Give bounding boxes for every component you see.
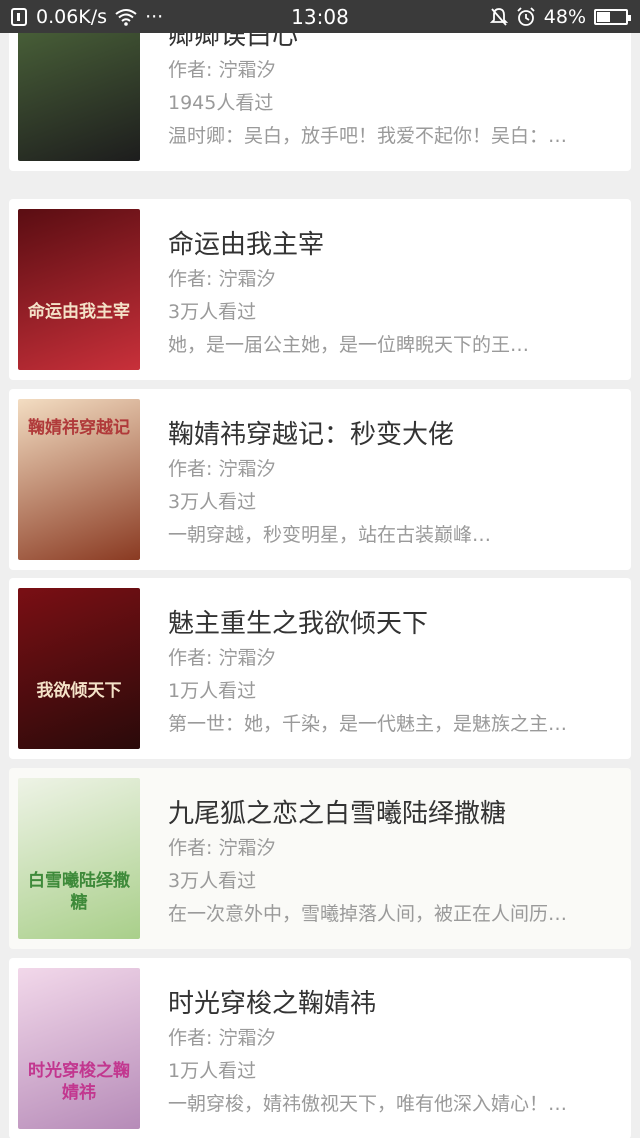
book-author: 作者: 泞霜汐 (168, 837, 276, 859)
mute-icon (489, 7, 508, 26)
book-description: 第一世：她，千染，是一代魅主，是魅族之主… (168, 713, 568, 735)
book-card[interactable]: 时光穿梭之鞠婧祎 时光穿梭之鞠婧祎 作者: 泞霜汐 1万人看过 一朝穿梭，婧祎傲视天下，… (9, 958, 631, 1138)
book-description: 一朝穿越，秒变明星，站在古装巅峰… (168, 524, 492, 546)
book-cover-image[interactable]: 时光穿梭之鞠婧祎 (18, 968, 140, 1129)
sim-icon (11, 7, 27, 26)
book-view-count: 1万人看过 (168, 1060, 257, 1082)
wifi-icon (115, 8, 137, 26)
alarm-icon (517, 6, 535, 26)
book-cover-image[interactable]: 鞠婧祎穿越记 (18, 399, 140, 560)
book-cover-image[interactable]: 白雪曦陆绎撒糖 (18, 778, 140, 939)
book-view-count: 1万人看过 (168, 680, 257, 702)
cover-title-art: 白雪曦陆绎撒糖 (28, 871, 130, 913)
book-title[interactable]: 命运由我主宰 (168, 229, 617, 261)
book-description: 一朝穿梭，婧祎傲视天下，唯有他深入婧心！… (168, 1093, 568, 1115)
more-indicator: ··· (145, 5, 164, 28)
book-author: 作者: 泞霜汐 (168, 647, 276, 669)
book-view-count: 3万人看过 (168, 870, 257, 892)
book-description: 在一次意外中，雪曦掉落人间，被正在人间历… (168, 903, 568, 925)
book-author: 作者: 泞霜汐 (168, 1027, 276, 1049)
book-title[interactable]: 魅主重生之我欲倾天下 (168, 608, 617, 640)
network-speed: 0.06K/s (36, 5, 108, 28)
book-card[interactable]: 我欲倾天下 魅主重生之我欲倾天下作者: 泞霜汐 1万人看过第一世：她，千染，是一代魅… (9, 578, 631, 759)
book-author: 作者: 泞霜汐 (168, 268, 276, 290)
battery-icon (594, 8, 631, 25)
book-view-count: 1945人看过 (168, 92, 274, 114)
book-card[interactable]: 命运由我主宰 命运由我主宰 作者: 泞霜汐 3万人看过 她，是一届公主她，是一位睥睨天下… (9, 199, 631, 380)
status-bar: 0.06K/s ··· 13:08 48% (0, 0, 640, 33)
book-view-count: 3万人看过 (168, 301, 257, 323)
battery-level (597, 11, 611, 22)
book-description: 她，是一届公主她，是一位睥睨天下的王… (168, 334, 530, 356)
book-description: 温时卿：吴白，放手吧！我爱不起你！吴白：… (168, 125, 568, 147)
book-author: 作者: 泞霜汐 (168, 59, 276, 81)
cover-title-art: 命运由我主宰 (28, 302, 130, 322)
book-view-count: 3万人看过 (168, 491, 257, 513)
book-cover-image[interactable]: 我欲倾天下 (18, 588, 140, 749)
cover-title-art: 鞠婧祎穿越记 (28, 418, 130, 438)
cover-title-art: 我欲倾天下 (36, 681, 122, 701)
book-title[interactable]: 鞠婧祎穿越记：秒变大佬 (168, 419, 617, 451)
battery-percent: 48% (543, 5, 586, 28)
book-title[interactable]: 时光穿梭之鞠婧祎 (168, 988, 617, 1020)
book-card[interactable]: 鞠婧祎穿越记 鞠婧祎穿越记：秒变大佬作者: 泞霜汐 3万人看过一朝穿越，秒变明星，站… (9, 389, 631, 570)
book-cover-image[interactable]: 命运由我主宰 (18, 209, 140, 370)
clock: 13:08 (291, 4, 349, 29)
book-card[interactable]: 白雪曦陆绎撒糖 九尾狐之恋之白雪曦陆绎撒糖作者: 泞霜汐 3万人看过在一次意外中，雪… (9, 768, 631, 949)
book-author: 作者: 泞霜汐 (168, 458, 276, 480)
book-title[interactable]: 九尾狐之恋之白雪曦陆绎撒糖 (168, 798, 617, 830)
cover-title-art: 时光穿梭之鞠婧祎 (28, 1061, 130, 1103)
